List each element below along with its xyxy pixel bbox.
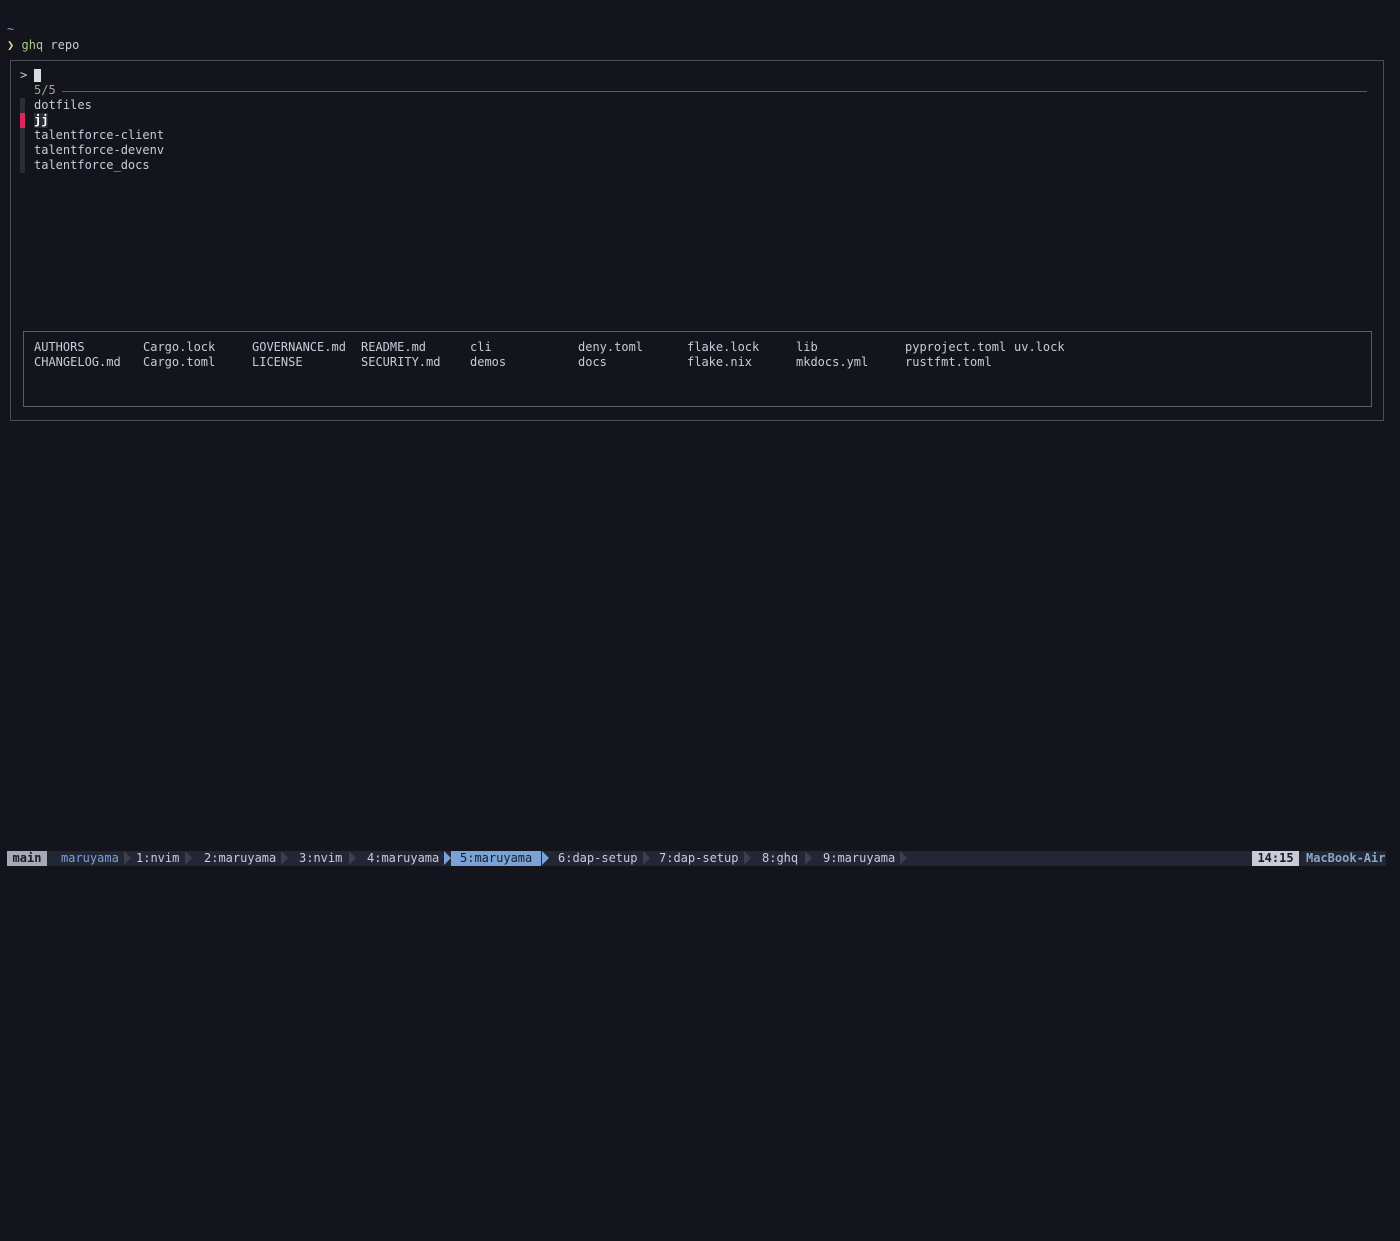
preview-file: CHANGELOG.md (34, 355, 121, 369)
preview-file: pyproject.toml (905, 340, 1007, 354)
result-item[interactable]: dotfiles (20, 98, 92, 113)
result-label: talentforce-devenv (34, 143, 165, 157)
preview-file: flake.lock (687, 340, 760, 354)
match-count: 5/5 (34, 83, 56, 97)
preview-pane: AUTHORS Cargo.lock GOVERNANCE.md README.… (23, 331, 1372, 407)
selection-gutter (20, 128, 25, 143)
chevron-separator-icon (444, 851, 451, 865)
window-tab-5-active[interactable]: 5:maruyama (451, 851, 542, 866)
window-tab-7[interactable]: 7:dap-setup (659, 851, 738, 866)
chevron-separator-icon (124, 851, 131, 865)
result-item[interactable]: talentforce-client (20, 128, 164, 143)
preview-file: LICENSE (252, 355, 303, 369)
result-list: dotfiles jj talentforce-client talentfor… (20, 98, 164, 173)
window-tab-9[interactable]: 9:maruyama (823, 851, 895, 866)
result-label: dotfiles (34, 98, 92, 112)
selection-marker (20, 113, 25, 128)
status-clock: 14:15 (1252, 851, 1299, 866)
preview-file: lib (796, 340, 818, 354)
chevron-separator-icon (542, 851, 549, 865)
text-cursor (34, 69, 41, 82)
current-directory: ~ (7, 22, 15, 36)
chevron-separator-icon (349, 851, 356, 865)
query-prompt-caret: > (20, 68, 28, 82)
preview-file: GOVERNANCE.md (252, 340, 346, 354)
status-user: maruyama (61, 851, 119, 865)
chevron-separator-icon (805, 851, 812, 865)
preview-file: Cargo.toml (143, 355, 216, 369)
chevron-separator-icon (643, 851, 650, 865)
preview-file: deny.toml (578, 340, 644, 354)
chevron-separator-icon (744, 851, 751, 865)
preview-file: AUTHORS (34, 340, 85, 354)
chevron-separator-icon (281, 851, 288, 865)
result-label: jj (34, 113, 49, 128)
chevron-separator-icon (185, 851, 192, 865)
shell-prompt-line: ❯ ghq repo (7, 38, 79, 53)
preview-file: uv.lock (1014, 340, 1065, 354)
tmux-status-bar: main maruyama 1:nvim 2:maruyama 3:nvim 4… (7, 851, 1386, 866)
chevron-separator-icon (900, 851, 907, 865)
prompt-symbol: ❯ (7, 38, 15, 52)
preview-file: flake.nix (687, 355, 753, 369)
command-argument: repo (50, 38, 80, 52)
window-tab-3[interactable]: 3:nvim (299, 851, 342, 866)
window-tab-8[interactable]: 8:ghq (762, 851, 798, 866)
result-label: talentforce-client (34, 128, 165, 142)
preview-file: README.md (361, 340, 427, 354)
preview-file: SECURITY.md (361, 355, 441, 369)
selection-gutter (20, 158, 25, 173)
session-name[interactable]: main (7, 851, 47, 866)
preview-file: docs (578, 355, 607, 369)
command-name: ghq (21, 38, 44, 52)
window-tab-2[interactable]: 2:maruyama (204, 851, 276, 866)
preview-file: rustfmt.toml (905, 355, 992, 369)
preview-file: Cargo.lock (143, 340, 216, 354)
window-tab-1[interactable]: 1:nvim (136, 851, 179, 866)
window-tab-4[interactable]: 4:maruyama (367, 851, 439, 866)
count-divider (62, 91, 1367, 92)
result-item[interactable]: talentforce-devenv (20, 143, 164, 158)
result-item-selected[interactable]: jj (20, 113, 63, 128)
preview-file: cli (470, 340, 492, 354)
fuzzy-finder-panel: > 5/5 dotfiles jj talentforce-client tal… (10, 60, 1384, 421)
selection-gutter (20, 143, 25, 158)
status-hostname: MacBook-Air (1306, 851, 1386, 865)
preview-file: mkdocs.yml (796, 355, 869, 369)
window-tab-6[interactable]: 6:dap-setup (558, 851, 637, 866)
selection-gutter (20, 98, 25, 113)
result-label: talentforce_docs (34, 158, 150, 172)
fzf-query-line[interactable]: > (20, 68, 34, 83)
preview-file: demos (470, 355, 507, 369)
result-item[interactable]: talentforce_docs (20, 158, 150, 173)
